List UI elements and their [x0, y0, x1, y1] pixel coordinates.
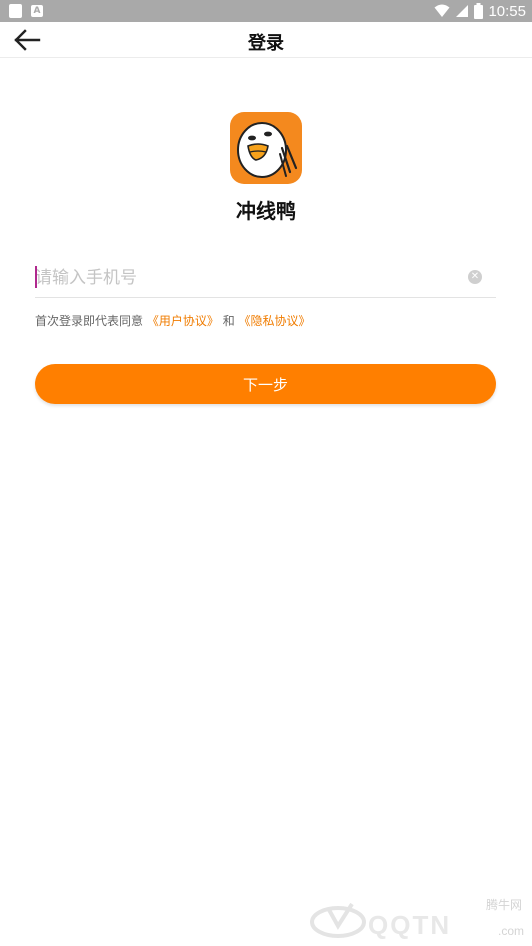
privacy-agreement-link[interactable]: 《隐私协议》 [239, 314, 311, 328]
next-button[interactable]: 下一步 [35, 364, 496, 404]
watermark-logo-icon [310, 902, 366, 938]
watermark-text: QQTN [368, 910, 452, 940]
status-bar: A 10:55 [0, 0, 532, 22]
agreement-conjunction: 和 [222, 314, 235, 328]
agreement-prefix: 首次登录即代表同意 [35, 314, 144, 328]
user-agreement-link[interactable]: 《用户协议》 [147, 314, 219, 328]
app-header: 登录 [0, 22, 532, 58]
battery-icon [474, 3, 484, 19]
page-title: 登录 [248, 33, 284, 54]
app-notification-icon: A [31, 5, 43, 17]
clock: 10:55 [488, 2, 526, 20]
text-cursor [35, 266, 37, 288]
app-logo [230, 112, 302, 184]
notification-icon [9, 4, 22, 18]
watermark: QQTN 腾牛网 .com [308, 896, 528, 942]
clear-icon[interactable]: ✕ [468, 270, 482, 284]
signal-icon [456, 5, 469, 17]
duck-icon [237, 122, 298, 178]
watermark-suffix: .com [497, 924, 524, 938]
phone-input[interactable] [35, 262, 460, 294]
app-name: 冲线鸭 [236, 199, 296, 223]
status-icons: 10:55 [434, 0, 526, 22]
watermark-chinese: 腾牛网 [485, 898, 522, 912]
agreement-text: 首次登录即代表同意 《用户协议》 和 《隐私协议》 [35, 312, 311, 329]
wifi-icon [434, 4, 450, 17]
input-underline [35, 297, 496, 298]
